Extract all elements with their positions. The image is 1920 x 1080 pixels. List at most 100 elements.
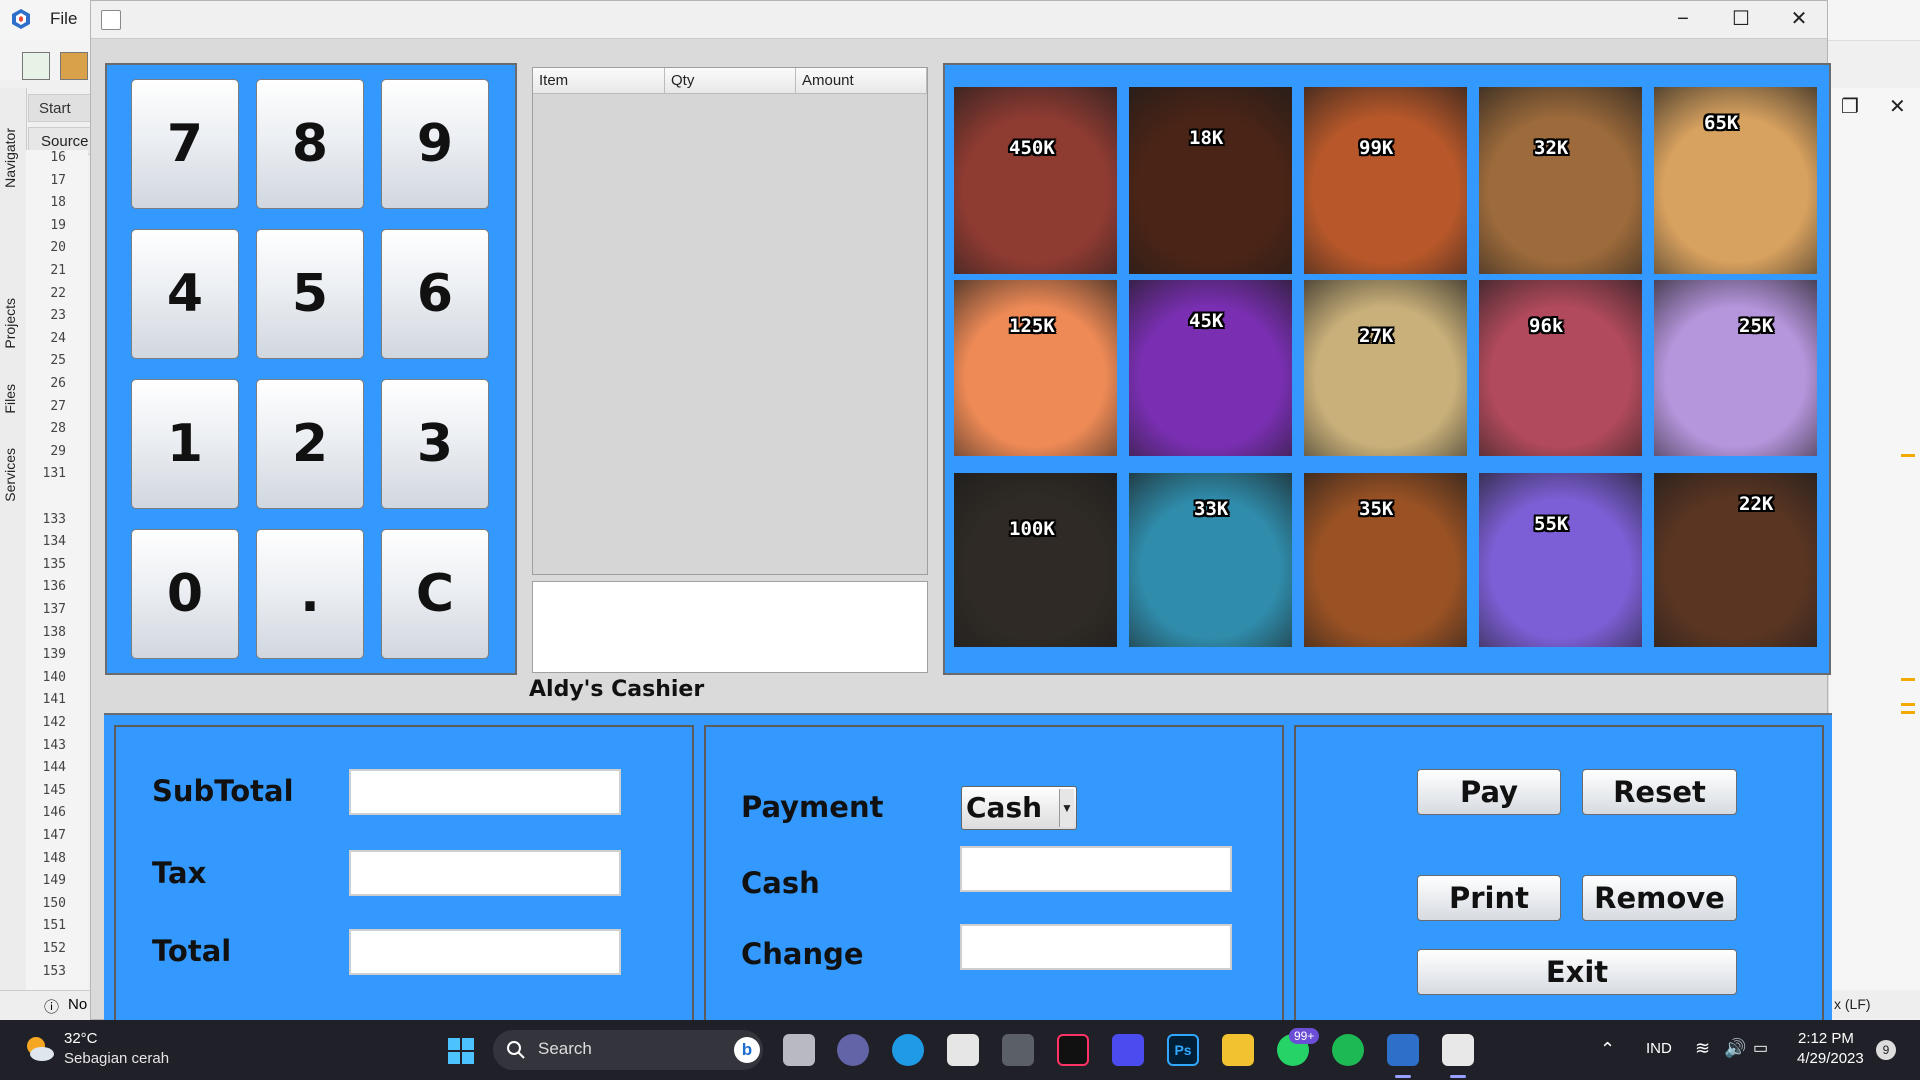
task-view-icon[interactable] bbox=[783, 1034, 815, 1066]
ide-close-icon[interactable]: ✕ bbox=[1889, 94, 1906, 119]
menu-item-hot-chocolate[interactable]: 18K bbox=[1129, 87, 1292, 274]
tax-field[interactable] bbox=[349, 850, 621, 896]
weather-temperature[interactable]: 32°C bbox=[64, 1030, 98, 1047]
close-button[interactable]: ✕ bbox=[1779, 5, 1819, 33]
microsoft-store-icon[interactable] bbox=[947, 1034, 979, 1066]
clock-date[interactable]: 4/29/2023 bbox=[1797, 1050, 1864, 1067]
key-clear[interactable]: C bbox=[381, 529, 489, 659]
menu-item-pizza[interactable]: 99K bbox=[1304, 87, 1467, 274]
key-7[interactable]: 7 bbox=[131, 79, 239, 209]
clock-time[interactable]: 2:12 PM bbox=[1798, 1030, 1854, 1047]
key-1[interactable]: 1 bbox=[131, 379, 239, 509]
edge-browser-icon[interactable] bbox=[892, 1034, 924, 1066]
language-indicator[interactable]: IND bbox=[1646, 1040, 1672, 1057]
menu-item-sushi-rolls[interactable]: 100K bbox=[954, 473, 1117, 647]
subtotal-field[interactable] bbox=[349, 769, 621, 815]
menu-item-price: 25K bbox=[1739, 315, 1774, 337]
menu-item-chicken-skewers[interactable]: 35K bbox=[1304, 473, 1467, 647]
notification-badge[interactable]: 9 bbox=[1876, 1040, 1896, 1060]
menu-item-price: 18K bbox=[1189, 127, 1224, 149]
error-marker bbox=[1901, 678, 1915, 681]
wifi-icon[interactable]: ≋ bbox=[1695, 1038, 1710, 1059]
total-field[interactable] bbox=[349, 929, 621, 975]
total-label: Total bbox=[152, 934, 232, 968]
exit-button[interactable]: Exit bbox=[1417, 949, 1737, 995]
receipt-text-area[interactable] bbox=[532, 581, 928, 673]
side-tab-navigator[interactable]: Navigator bbox=[2, 128, 24, 188]
bing-icon[interactable]: b bbox=[734, 1037, 760, 1063]
key-0[interactable]: 0 bbox=[131, 529, 239, 659]
menu-item-salmon-sashimi[interactable]: 125K bbox=[954, 280, 1117, 456]
weather-partly-sunny-icon[interactable] bbox=[22, 1032, 56, 1066]
ide-status-right: x (LF) bbox=[1828, 990, 1920, 1018]
menu-item-kebab-wrap[interactable]: 27K bbox=[1304, 280, 1467, 456]
menu-item-price: 450K bbox=[1009, 137, 1055, 159]
java-taskbar-icon[interactable] bbox=[1442, 1034, 1474, 1066]
side-tab-projects[interactable]: Projects bbox=[2, 298, 24, 349]
menu-item-price: 33K bbox=[1194, 498, 1229, 520]
menu-item-ramen[interactable]: 65K bbox=[1654, 87, 1817, 274]
taskbar-search-box[interactable] bbox=[493, 1030, 763, 1070]
menu-item-ice-cream[interactable]: 55K bbox=[1479, 473, 1642, 647]
key-8[interactable]: 8 bbox=[256, 79, 364, 209]
print-button[interactable]: Print bbox=[1417, 875, 1561, 921]
chevron-down-icon[interactable]: ▼ bbox=[1059, 789, 1074, 827]
design-app-icon[interactable] bbox=[1112, 1034, 1144, 1066]
key-2[interactable]: 2 bbox=[256, 379, 364, 509]
menu-item-steak[interactable]: 450K bbox=[954, 87, 1117, 274]
teams-chat-icon[interactable] bbox=[837, 1034, 869, 1066]
active-indicator bbox=[1395, 1075, 1411, 1078]
payment-method-select[interactable]: Cash ▼ bbox=[961, 786, 1077, 830]
remove-button[interactable]: Remove bbox=[1582, 875, 1737, 921]
info-icon: ⓘ bbox=[44, 999, 60, 1016]
menu-item-berry-drink[interactable]: 45K bbox=[1129, 280, 1292, 456]
menu-item-cappuccino[interactable]: 22K bbox=[1654, 473, 1817, 647]
key-3[interactable]: 3 bbox=[381, 379, 489, 509]
netbeans-taskbar-icon[interactable] bbox=[1387, 1034, 1419, 1066]
spotify-icon[interactable] bbox=[1332, 1034, 1364, 1066]
column-header-qty[interactable]: Qty bbox=[665, 68, 796, 94]
volume-icon[interactable]: 🔊 bbox=[1724, 1038, 1746, 1059]
windows-start-icon[interactable] bbox=[446, 1036, 476, 1066]
order-table[interactable]: Item Qty Amount bbox=[532, 67, 928, 575]
change-label: Change bbox=[741, 937, 864, 971]
minimize-button[interactable]: − bbox=[1663, 5, 1703, 33]
chevron-up-icon[interactable]: ⌃ bbox=[1600, 1039, 1615, 1060]
pay-button[interactable]: Pay bbox=[1417, 769, 1561, 815]
column-header-amount[interactable]: Amount bbox=[796, 68, 927, 94]
battery-icon[interactable]: ▭ bbox=[1753, 1038, 1768, 1058]
menu-item-berry-cake[interactable]: 96k bbox=[1479, 280, 1642, 456]
menu-item-purple-soda[interactable]: 25K bbox=[1654, 280, 1817, 456]
reset-button[interactable]: Reset bbox=[1582, 769, 1737, 815]
ide-tab-start-page[interactable]: Start Pa bbox=[28, 94, 94, 145]
new-project-icon[interactable] bbox=[60, 52, 88, 80]
menu-item-price: 99K bbox=[1359, 137, 1394, 159]
creative-cloud-icon[interactable] bbox=[1057, 1034, 1089, 1066]
key-6[interactable]: 6 bbox=[381, 229, 489, 359]
epic-games-icon[interactable] bbox=[1002, 1034, 1034, 1066]
new-file-icon[interactable] bbox=[22, 52, 50, 80]
photoshop-icon[interactable]: Ps bbox=[1167, 1034, 1199, 1066]
ide-side-panel: Navigator Projects Files Services bbox=[0, 88, 27, 1018]
ide-right-panel: ❐ ✕ bbox=[1828, 88, 1920, 1018]
restore-icon[interactable]: ❐ bbox=[1841, 94, 1859, 119]
file-explorer-icon[interactable] bbox=[1222, 1034, 1254, 1066]
key-5[interactable]: 5 bbox=[256, 229, 364, 359]
line-number: 24 bbox=[50, 330, 66, 346]
weather-description[interactable]: Sebagian cerah bbox=[64, 1050, 169, 1067]
menu-item-blue-soda[interactable]: 33K bbox=[1129, 473, 1292, 647]
maximize-button[interactable]: ☐ bbox=[1721, 5, 1761, 33]
column-header-item[interactable]: Item bbox=[533, 68, 665, 94]
menu-file[interactable]: File bbox=[50, 9, 77, 29]
side-tab-files[interactable]: Files bbox=[2, 384, 24, 414]
line-number: 141 bbox=[42, 692, 66, 708]
key-decimal[interactable]: . bbox=[256, 529, 364, 659]
side-tab-services[interactable]: Services bbox=[2, 448, 24, 502]
key-4[interactable]: 4 bbox=[131, 229, 239, 359]
key-9[interactable]: 9 bbox=[381, 79, 489, 209]
menu-item-burger[interactable]: 32K bbox=[1479, 87, 1642, 274]
line-number: 135 bbox=[42, 556, 66, 572]
error-marker bbox=[1901, 711, 1915, 714]
change-field[interactable] bbox=[960, 924, 1232, 970]
cash-field[interactable] bbox=[960, 846, 1232, 892]
